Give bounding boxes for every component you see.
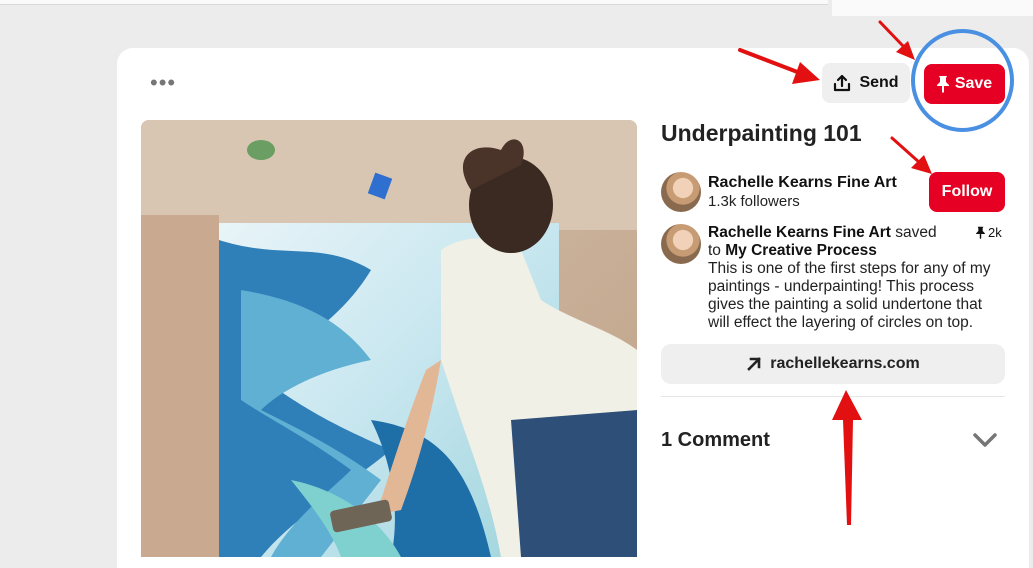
annotation-circle [911,29,1014,132]
board-name[interactable]: My Creative Process [725,242,877,259]
pin-count-value: 2k [988,225,1002,240]
send-label: Send [859,74,899,91]
website-link-label: rachellekearns.com [770,355,920,372]
send-button[interactable]: Send [822,63,910,103]
follow-button[interactable]: Follow [929,172,1005,212]
website-link-button[interactable]: rachellekearns.com [661,344,1005,384]
saver-avatar[interactable] [661,224,701,264]
creator-name[interactable]: Rachelle Kearns Fine Art [708,174,897,192]
pin-title: Underpainting 101 [661,120,862,146]
pin-image[interactable] [141,120,637,557]
pin-save-count: 2k [976,225,1002,240]
saved-info: Rachelle Kearns Fine Art saved to My Cre… [708,224,998,332]
share-icon [834,74,851,92]
more-options-button[interactable]: ••• [150,72,176,94]
creator-followers: 1.3k followers [708,193,800,210]
top-bar-right [832,0,1033,16]
comments-heading[interactable]: 1 Comment [661,429,770,452]
external-link-icon [747,357,762,371]
chevron-down-icon[interactable] [972,430,998,450]
saved-action: saved [895,224,937,241]
saved-to-prefix: to [708,242,721,259]
divider [661,396,1005,397]
painting-photo [141,120,637,557]
pin-icon [976,226,985,239]
top-bar [0,0,828,5]
pin-description: This is one of the first steps for any o… [708,260,991,331]
saver-name[interactable]: Rachelle Kearns Fine Art [708,224,891,241]
creator-avatar[interactable] [661,172,701,212]
arrow-to-save [878,20,906,49]
